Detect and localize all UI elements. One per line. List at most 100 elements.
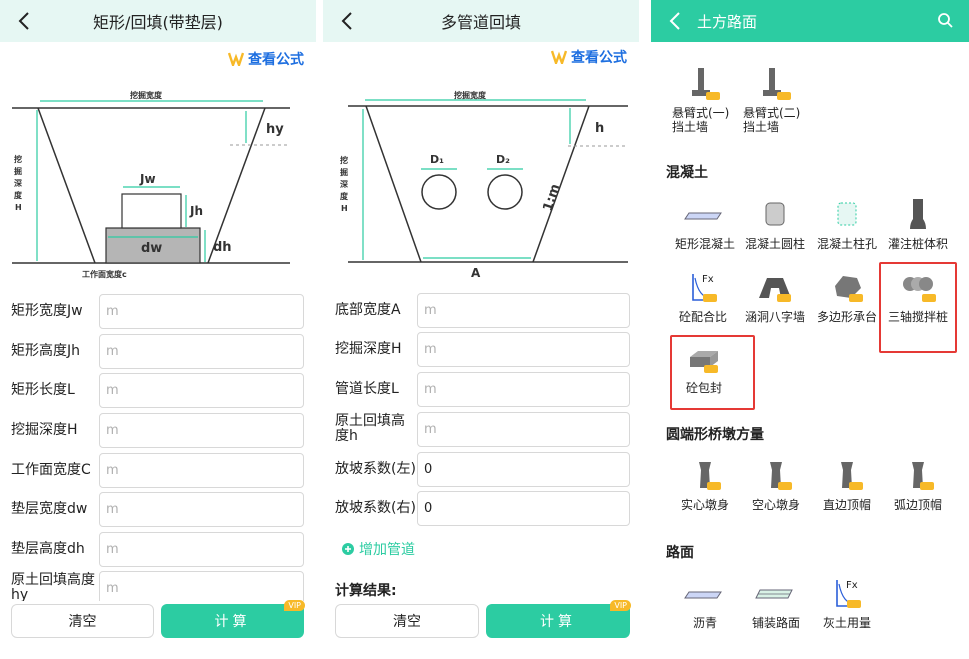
tile-label: 悬臂式(一) 挡土墙 xyxy=(672,106,730,134)
field-dh: 垫层高度dh xyxy=(0,531,316,567)
field-label: 矩形长度L xyxy=(11,381,75,398)
tile-paving[interactable]: 铺装路面 xyxy=(740,576,812,630)
hy-input[interactable] xyxy=(99,571,304,601)
tile-arc-cap[interactable]: 弧边顶帽 xyxy=(882,458,954,512)
field-label: 放坡系数(右) xyxy=(335,499,416,516)
back-arrow-icon[interactable] xyxy=(14,9,36,33)
tile-straight-cap[interactable]: 直边顶帽 xyxy=(811,458,883,512)
add-pipe-label: 增加管道 xyxy=(359,542,415,558)
tile-concrete-cylinder[interactable]: 混凝土圆柱 xyxy=(739,197,811,251)
tile-label: 多边形承台 xyxy=(816,310,877,324)
tile-label: 混凝土柱孔 xyxy=(816,237,877,251)
tile-column-hole[interactable]: 混凝土柱孔 xyxy=(811,197,883,251)
tile-solid-pier[interactable]: 实心墩身 xyxy=(669,458,741,512)
length-input[interactable] xyxy=(99,372,304,408)
clear-button[interactable]: 清空 xyxy=(11,604,154,638)
jh-input[interactable] xyxy=(99,333,304,369)
earthwork-road-panel: 土方路面 悬臂式(一) 挡土墙 悬臂式(二) 挡土墙 混凝土 矩形混凝土 混凝土… xyxy=(651,0,969,659)
tile-asphalt[interactable]: 沥青 xyxy=(669,576,741,630)
field-dig-depth: 挖掘深度H xyxy=(323,331,639,367)
cantilever-wall-icon xyxy=(763,68,791,100)
dig-depth-label-5: H xyxy=(15,203,22,212)
field-label: 底部宽度A xyxy=(335,301,401,318)
field-label: 矩形宽度Jw xyxy=(11,302,83,319)
field-label: 矩形高度Jh xyxy=(11,342,81,359)
fx-icon: Fx xyxy=(692,274,717,302)
pipe-length-input[interactable] xyxy=(417,371,630,407)
field-bottom-width: 底部宽度A xyxy=(323,292,639,328)
tile-pile-volume[interactable]: 灌注桩体积 xyxy=(882,197,954,251)
calculate-button[interactable]: 计算 VIP xyxy=(486,600,631,638)
result-title: 计算结果: xyxy=(335,583,397,599)
add-pipe-button[interactable]: 增加管道 xyxy=(342,539,415,559)
polygon-cap-icon xyxy=(835,276,863,302)
tile-mix-ratio[interactable]: Fx 砼配合比 xyxy=(667,270,739,324)
dig-depth-input[interactable] xyxy=(417,331,630,367)
field-label: 管道长度L xyxy=(335,380,399,397)
section-title-road: 路面 xyxy=(666,545,694,561)
field-label: 原土回填高度hy xyxy=(11,572,95,602)
slope-right-input[interactable] xyxy=(417,490,630,526)
tile-label: 灰土用量 xyxy=(822,616,871,630)
slope-label: 1:m xyxy=(541,182,564,213)
field-backfill-height: 原土回填高度h xyxy=(323,411,639,447)
bottom-width-input[interactable] xyxy=(417,292,630,328)
work-width-input[interactable] xyxy=(99,452,304,488)
tile-cantilever-wall-1[interactable]: 悬臂式(一) 挡土墙 xyxy=(664,66,736,134)
dw-input[interactable] xyxy=(99,491,304,527)
dig-depth-label-2: 掘 xyxy=(340,167,348,177)
calculate-label: 计算 xyxy=(214,614,251,630)
highlight-box xyxy=(670,335,755,410)
field-dw: 垫层宽度dw xyxy=(0,491,316,527)
dig-width-label: 挖掘宽度 xyxy=(130,90,163,100)
search-icon[interactable] xyxy=(937,12,953,28)
tile-polygon-cap[interactable]: 多边形承台 xyxy=(811,270,883,324)
tile-label: 灌注桩体积 xyxy=(887,237,948,251)
tile-label: 沥青 xyxy=(692,616,717,630)
dig-depth-label-4: 度 xyxy=(14,190,23,200)
tile-label: 矩形混凝土 xyxy=(674,237,735,251)
back-arrow-icon[interactable] xyxy=(665,9,687,33)
backfill-height-input[interactable] xyxy=(417,411,630,447)
column-hole-icon xyxy=(837,202,857,226)
page-title: 多管道回填 xyxy=(440,13,521,32)
jw-label: Jw xyxy=(139,172,156,186)
dig-depth-label-3: 深 xyxy=(340,179,348,189)
page-title: 矩形/回填(带垫层) xyxy=(93,13,223,32)
jw-input[interactable] xyxy=(99,293,304,329)
view-formula-link[interactable]: 查看公式 xyxy=(551,47,627,67)
field-label: 垫层宽度dw xyxy=(11,500,88,517)
field-slope-left: 放坡系数(左) xyxy=(323,451,639,487)
tile-hollow-pier[interactable]: 空心墩身 xyxy=(740,458,812,512)
rect-backfill-panel: 矩形/回填(带垫层) 查看公式 挖掘宽度 挖 掘 深 度 H hy Jw Jh … xyxy=(0,0,316,659)
pier-icon xyxy=(841,462,863,490)
back-arrow-icon[interactable] xyxy=(337,9,359,33)
pile-icon xyxy=(910,199,926,229)
tile-lime-soil[interactable]: Fx 灰土用量 xyxy=(811,576,883,630)
slope-left-input[interactable] xyxy=(417,451,630,487)
dh-label: dh xyxy=(213,240,232,255)
slab-icon xyxy=(684,212,722,220)
view-formula-label: 查看公式 xyxy=(571,50,627,66)
field-label: 原土回填高度h xyxy=(335,413,405,444)
clear-button[interactable]: 清空 xyxy=(335,604,479,638)
dh-input[interactable] xyxy=(99,531,304,567)
tile-cantilever-wall-2[interactable]: 悬臂式(二) 挡土墙 xyxy=(735,66,807,134)
tile-label: 铺装路面 xyxy=(751,616,800,630)
multi-pipe-backfill-panel: 多管道回填 查看公式 挖掘宽度 挖 掘 深 度 H h D₁ D₂ 1:m A … xyxy=(323,0,639,659)
tile-culvert-wall[interactable]: 涵洞八字墙 xyxy=(739,270,811,324)
tile-rect-concrete[interactable]: 矩形混凝土 xyxy=(669,197,741,251)
field-label: 工作面宽度C xyxy=(11,461,91,478)
view-formula-link[interactable]: 查看公式 xyxy=(228,49,304,69)
calculate-button[interactable]: 计算 VIP xyxy=(161,600,305,638)
plus-circle-icon xyxy=(342,543,354,555)
tile-label: 直边顶帽 xyxy=(822,498,871,512)
page-title: 土方路面 xyxy=(697,13,758,31)
dig-depth-input[interactable] xyxy=(99,412,304,448)
dig-depth-label-4: 度 xyxy=(340,191,349,201)
field-slope-right: 放坡系数(右) xyxy=(323,490,639,526)
highlight-box xyxy=(879,262,957,353)
cantilever-wall-icon xyxy=(692,68,720,100)
field-length: 矩形长度L xyxy=(0,372,316,408)
field-dig-depth: 挖掘深度H xyxy=(0,412,316,448)
